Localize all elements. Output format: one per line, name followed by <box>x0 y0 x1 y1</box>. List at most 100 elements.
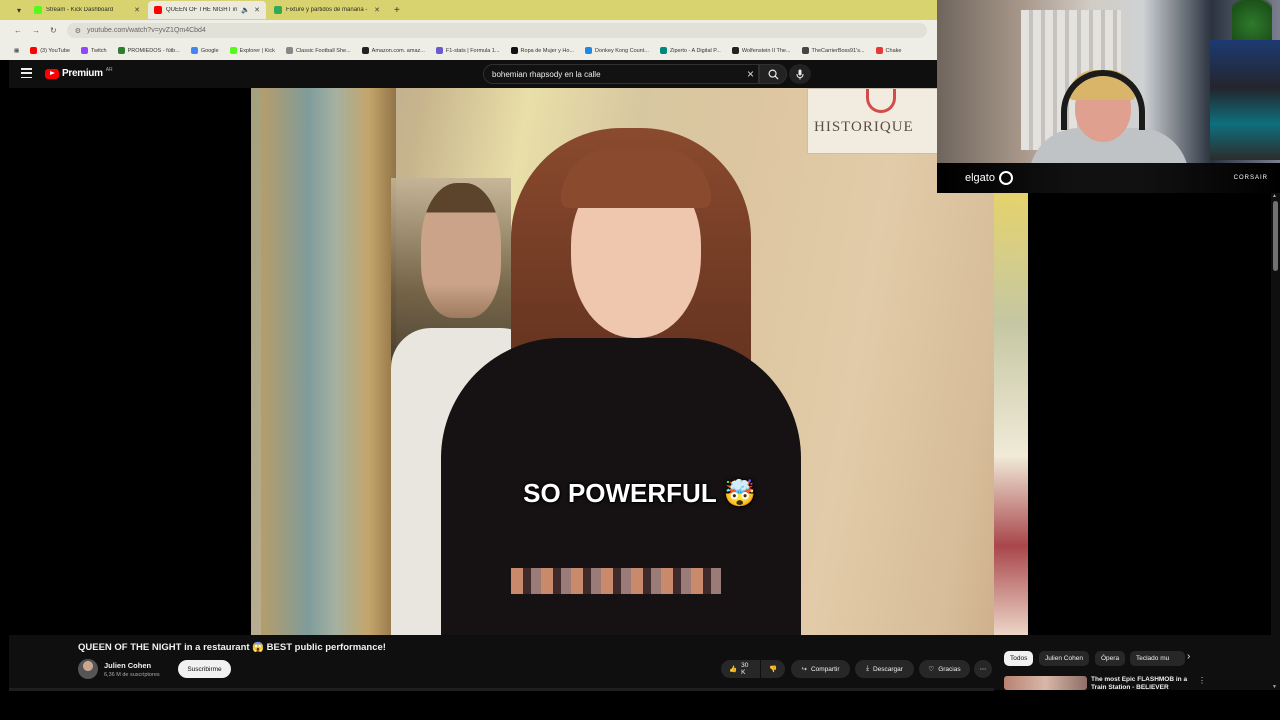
google-icon <box>190 47 198 54</box>
bookmark-ziperto[interactable]: Ziperto - A Digital P... <box>659 47 721 54</box>
subscribe-button[interactable]: Suscribirme <box>178 660 231 678</box>
f1-icon <box>435 47 443 54</box>
bookmark-twitch[interactable]: Twitch <box>80 47 107 54</box>
download-label: Descargar <box>872 665 903 673</box>
elgato-text: elgato <box>965 172 995 184</box>
chevron-right-icon[interactable]: › <box>1187 651 1190 662</box>
chip-todos[interactable]: Todos <box>1004 651 1034 666</box>
promiedos-icon <box>117 47 125 54</box>
promiedos-icon <box>274 6 282 14</box>
bookmark-ropa[interactable]: Ropa de Mujer y Ho... <box>510 47 574 54</box>
corsair-logo: CORSAIR <box>1233 175 1268 181</box>
search-button[interactable] <box>759 64 787 84</box>
scroll-down-icon[interactable]: ▼ <box>1272 684 1277 690</box>
tab-youtube-video[interactable]: QUEEN OF THE NIGHT in a r 🔈 ✕ <box>148 1 266 19</box>
youtube-icon <box>30 47 38 54</box>
bookmark-google[interactable]: Google <box>190 47 219 54</box>
bookmark-label: Twitch <box>90 47 107 54</box>
chip-julien-cohen[interactable]: Julien Cohen <box>1039 651 1089 666</box>
clear-search-icon[interactable]: × <box>747 67 754 81</box>
search-value: bohemian rhapsody en la calle <box>492 69 601 79</box>
close-tab-icon[interactable]: ✕ <box>254 6 260 14</box>
video-scene-singer <box>431 128 851 635</box>
scrollbar-thumb[interactable] <box>1273 201 1278 271</box>
bookmark-label: F1-stats | Formula 1... <box>445 47 500 54</box>
recommended-thumbnail[interactable] <box>1004 676 1087 690</box>
globe-icon <box>285 47 293 54</box>
bookmark-donkey-kong[interactable]: Donkey Kong Count... <box>585 47 649 54</box>
back-icon[interactable]: ← <box>14 26 22 35</box>
bookmark-carrierboss[interactable]: TheCarrierBoss91's... <box>801 47 865 54</box>
recommended-title[interactable]: The most Epic FLASHMOB in a Train Statio… <box>1091 676 1196 690</box>
bookmark-label: Google <box>200 47 219 54</box>
bookmark-label: Explorer | Kick <box>239 47 275 54</box>
super-thanks-icon: ♡ <box>928 666 935 673</box>
bookmark-kick[interactable]: Explorer | Kick <box>229 47 275 54</box>
download-icon: ⤓ <box>866 665 869 672</box>
search-icon <box>768 69 779 80</box>
bookmark-label: (3) YouTube <box>40 47 70 54</box>
dislike-button[interactable]: 👎 <box>761 660 785 678</box>
chip-opera[interactable]: Ópera <box>1095 651 1126 666</box>
voice-search-button[interactable] <box>789 64 811 84</box>
steam-icon <box>731 47 739 54</box>
webcam-shelves <box>1210 40 1280 160</box>
tab-fixture[interactable]: Fixture y partidos de mañana - ✕ <box>268 1 386 19</box>
chip-teclado[interactable]: Teclado mu <box>1130 651 1185 666</box>
reload-icon[interactable]: ↻ <box>50 26 57 35</box>
vertical-scrollbar[interactable] <box>1271 193 1280 690</box>
hamburger-menu-icon[interactable] <box>21 68 32 78</box>
bookmark-chake[interactable]: Chake <box>875 47 902 54</box>
bookmark-label: PROMIEDOS - fútb... <box>127 47 180 54</box>
audio-icon[interactable]: 🔈 <box>241 6 250 14</box>
bookmark-promiedos[interactable]: PROMIEDOS - fútb... <box>117 47 180 54</box>
bookmark-classic-football[interactable]: Classic Football She... <box>285 47 351 54</box>
logo-text: Premium <box>62 68 103 79</box>
horizontal-scrollbar[interactable] <box>9 688 994 691</box>
tab-bar: ▾ Stream - Kick Dashboard ✕ QUEEN OF THE… <box>0 0 937 20</box>
tab-search-icon[interactable]: ▾ <box>12 3 26 17</box>
sign-logo-icon <box>866 89 896 113</box>
bookmark-amazon[interactable]: Amazon.com. amaz... <box>361 47 425 54</box>
microphone-icon <box>796 69 804 79</box>
webcam-brand-bar: elgato CORSAIR <box>937 163 1280 193</box>
subscriber-count: 6,36 M de suscriptores <box>104 672 160 678</box>
video-player[interactable]: HISTORIQUE SO POWERFUL 🤯 <box>251 88 1028 635</box>
channel-name[interactable]: Julien Cohen <box>104 661 151 670</box>
apps-icon[interactable]: ▦ <box>14 48 19 54</box>
bookmark-wolfenstein[interactable]: Wolfenstein II The... <box>731 47 791 54</box>
more-icon: ⋯ <box>979 666 987 673</box>
youtube-play-icon <box>45 68 59 79</box>
new-tab-button[interactable]: + <box>388 5 406 16</box>
share-button[interactable]: ↪ Compartir <box>791 660 850 678</box>
like-button[interactable]: 👍 30 K <box>721 660 760 678</box>
recommended-more-icon[interactable]: ⋮ <box>1198 676 1206 685</box>
tab-title: QUEEN OF THE NIGHT in a r <box>166 7 238 13</box>
tab-title: Fixture y partidos de mañana - <box>286 7 368 13</box>
thanks-button[interactable]: ♡ Gracias <box>919 660 970 678</box>
channel-avatar[interactable] <box>78 659 98 679</box>
more-actions-button[interactable]: ⋯ <box>974 660 992 678</box>
logo-region: AR <box>105 66 113 73</box>
close-tab-icon[interactable]: ✕ <box>374 6 380 14</box>
tab-title: Stream - Kick Dashboard <box>46 7 114 13</box>
site-info-icon[interactable]: ⚙ <box>75 27 81 35</box>
globe-icon <box>801 47 809 54</box>
bookmark-label: Donkey Kong Count... <box>595 47 649 54</box>
bookmark-label: Chake <box>885 47 902 54</box>
bookmark-youtube[interactable]: (3) YouTube <box>30 47 70 54</box>
forward-icon[interactable]: → <box>32 26 40 35</box>
scroll-up-icon[interactable]: ▲ <box>1272 193 1277 199</box>
tab-kick-dashboard[interactable]: Stream - Kick Dashboard ✕ <box>28 1 146 19</box>
kick-icon <box>229 47 237 54</box>
search-input[interactable]: bohemian rhapsody en la calle × <box>483 64 759 84</box>
address-bar[interactable]: ⚙ youtube.com/watch?v=yvZ1Qm4Cbd4 <box>66 23 927 38</box>
globe-icon <box>875 47 883 54</box>
download-button[interactable]: ⤓ Descargar <box>855 660 914 678</box>
close-tab-icon[interactable]: ✕ <box>134 6 140 14</box>
youtube-header: Premium AR bohemian rhapsody en la calle… <box>9 60 937 88</box>
youtube-premium-logo[interactable]: Premium AR <box>45 66 113 79</box>
bookmark-f1stats[interactable]: F1-stats | Formula 1... <box>435 47 500 54</box>
video-info-section: QUEEN OF THE NIGHT in a restaurant 😱 BES… <box>9 635 1280 690</box>
bookmark-label: TheCarrierBoss91's... <box>811 47 865 54</box>
